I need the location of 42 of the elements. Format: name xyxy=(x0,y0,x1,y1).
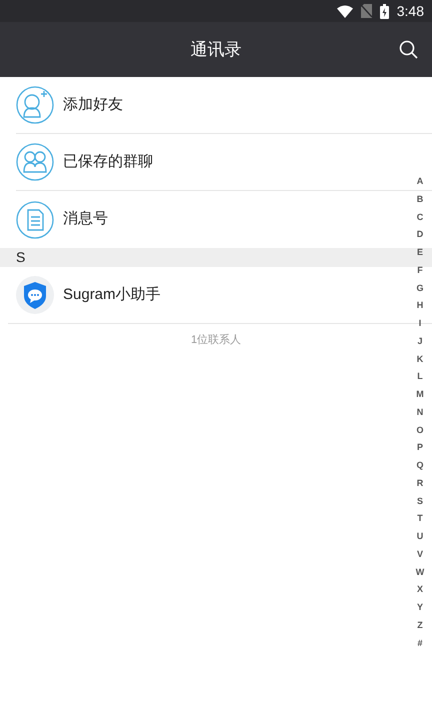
document-icon xyxy=(16,200,54,238)
index-letter[interactable]: S xyxy=(414,492,426,510)
battery-charging-icon xyxy=(380,4,389,18)
index-letter[interactable]: P xyxy=(414,439,426,457)
index-letter[interactable]: H xyxy=(414,297,426,315)
page-title: 通讯录 xyxy=(190,38,242,61)
index-letter[interactable]: N xyxy=(414,404,426,422)
status-time: 3:48 xyxy=(396,2,424,20)
index-letter[interactable]: B xyxy=(414,190,426,208)
index-letter[interactable]: M xyxy=(414,386,426,404)
menu-item-label[interactable]: 添加好友 xyxy=(63,94,123,116)
index-letter[interactable]: T xyxy=(414,510,426,528)
add-friend-icon xyxy=(16,86,54,124)
index-letter[interactable]: R xyxy=(414,474,426,492)
index-letter[interactable]: Y xyxy=(414,599,426,617)
search-icon[interactable] xyxy=(399,40,418,59)
contact-name[interactable]: Sugram小助手 xyxy=(63,284,161,306)
index-letter[interactable]: A xyxy=(414,173,426,191)
index-letter[interactable]: V xyxy=(414,546,426,564)
index-letter[interactable]: # xyxy=(414,634,426,652)
index-letter[interactable]: F xyxy=(414,262,426,280)
menu-item-label[interactable]: 消息号 xyxy=(63,208,108,231)
index-letter[interactable]: D xyxy=(414,226,426,244)
index-letter[interactable]: C xyxy=(414,208,426,226)
menu-item-label[interactable]: 已保存的群聊 xyxy=(63,150,153,174)
index-letter[interactable]: Q xyxy=(414,457,426,475)
index-letter[interactable]: J xyxy=(414,332,426,350)
index-letter[interactable]: U xyxy=(414,528,426,546)
index-letter[interactable]: K xyxy=(414,350,426,368)
wifi-icon xyxy=(336,4,353,18)
index-letter[interactable]: W xyxy=(414,564,426,582)
no-sim-icon xyxy=(360,4,372,18)
index-letter[interactable]: G xyxy=(414,280,426,298)
contact-count: 1位联系人 xyxy=(190,334,242,346)
index-letter[interactable]: O xyxy=(414,422,426,440)
index-letter[interactable]: L xyxy=(414,368,426,386)
index-letter[interactable]: X xyxy=(414,581,426,599)
group-icon xyxy=(16,143,54,181)
index-letter[interactable]: I xyxy=(414,315,426,333)
index-letter[interactable]: Z xyxy=(414,616,426,634)
index-letter[interactable]: E xyxy=(414,244,426,262)
shield-chat-icon xyxy=(16,276,54,314)
